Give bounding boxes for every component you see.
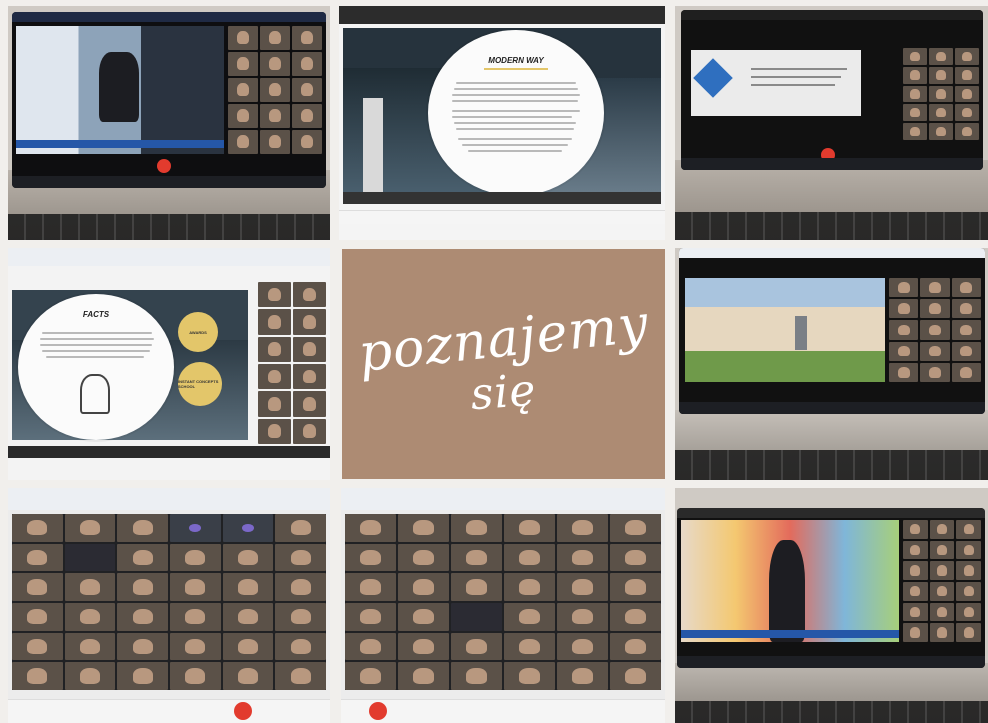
award-badge: AWARDS: [178, 312, 218, 352]
slide-title-facts: FACTS: [82, 310, 110, 319]
tile-laptop-kitchen: [8, 6, 330, 240]
tile-facts-slide: FACTS AWARDS INSTANT CONCEPTS SCHOOL: [8, 248, 330, 480]
tile-modern-way-slide: MODERN WAY: [339, 6, 665, 240]
end-call-icon: [157, 159, 171, 173]
tile-title-card: poznajemy się: [342, 249, 665, 479]
tile-laptop-school: [675, 248, 988, 480]
concept-badge: INSTANT CONCEPTS SCHOOL: [178, 362, 222, 406]
slide-title: MODERN WAY: [488, 56, 544, 65]
title-text: poznajemy się: [356, 294, 652, 420]
tile-laptop-speaker: [675, 488, 988, 723]
photo-collage: MODERN WAY FACTS AWARDS INSTANT CONCEPTS…: [0, 0, 988, 723]
tile-participant-grid-2: [341, 488, 665, 723]
tile-participant-grid-1: [8, 488, 330, 723]
tile-laptop-sign: [675, 6, 988, 240]
